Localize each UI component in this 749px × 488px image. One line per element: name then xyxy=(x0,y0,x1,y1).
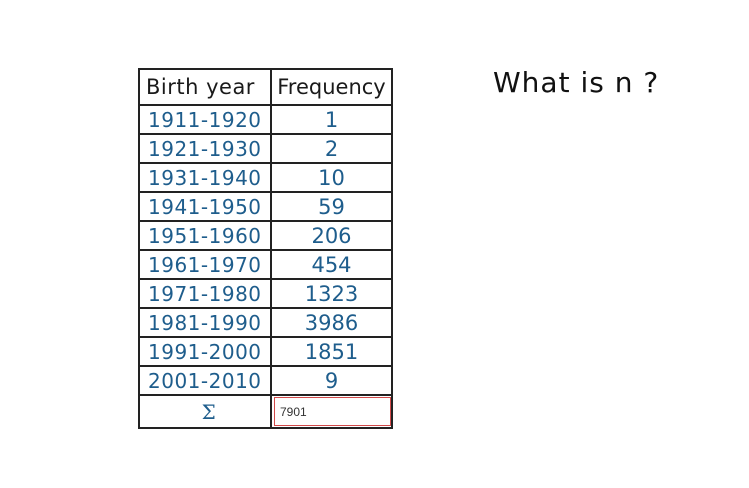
table-header-row: Birth year Frequency xyxy=(140,70,391,104)
table-row: 1931-1940 10 xyxy=(140,162,391,191)
frequency-cell: 1851 xyxy=(304,339,359,364)
frequency-cell: 59 xyxy=(318,194,345,219)
table-row: 1911-1920 1 xyxy=(140,104,391,133)
sum-answer-input[interactable] xyxy=(274,397,391,426)
table-row: 1981-1990 3986 xyxy=(140,307,391,336)
header-frequency: Frequency xyxy=(277,75,386,99)
table-row: 1961-1970 454 xyxy=(140,249,391,278)
frequency-cell: 454 xyxy=(311,252,352,277)
birth-year-cell: 1921-1930 xyxy=(140,135,272,162)
frequency-cell: 2 xyxy=(324,136,339,161)
table-row: 1921-1930 2 xyxy=(140,133,391,162)
birth-year-cell: 1981-1990 xyxy=(140,309,272,336)
birth-year-cell: 1911-1920 xyxy=(140,106,272,133)
frequency-cell: 10 xyxy=(318,165,345,190)
frequency-table: Birth year Frequency 1911-1920 1 1921-19… xyxy=(138,68,393,429)
header-birth-year: Birth year xyxy=(140,70,272,104)
birth-year-cell: 1991-2000 xyxy=(140,338,272,365)
frequency-cell: 206 xyxy=(311,223,352,248)
sum-row: Σ xyxy=(140,394,391,427)
table-row: 2001-2010 9 xyxy=(140,365,391,394)
frequency-cell: 3986 xyxy=(304,310,359,335)
table-row: 1941-1950 59 xyxy=(140,191,391,220)
sigma-symbol: Σ xyxy=(140,396,272,427)
birth-year-cell: 1971-1980 xyxy=(140,280,272,307)
frequency-cell: 1 xyxy=(324,107,339,132)
table-row: 1991-2000 1851 xyxy=(140,336,391,365)
birth-year-cell: 1931-1940 xyxy=(140,164,272,191)
birth-year-cell: 1951-1960 xyxy=(140,222,272,249)
birth-year-cell: 2001-2010 xyxy=(140,367,272,394)
question-text: What is n ? xyxy=(493,66,660,99)
answer-cell xyxy=(272,396,391,427)
birth-year-cell: 1941-1950 xyxy=(140,193,272,220)
birth-year-cell: 1961-1970 xyxy=(140,251,272,278)
table-row: 1951-1960 206 xyxy=(140,220,391,249)
table-row: 1971-1980 1323 xyxy=(140,278,391,307)
frequency-cell: 9 xyxy=(324,368,339,393)
frequency-cell: 1323 xyxy=(304,281,359,306)
